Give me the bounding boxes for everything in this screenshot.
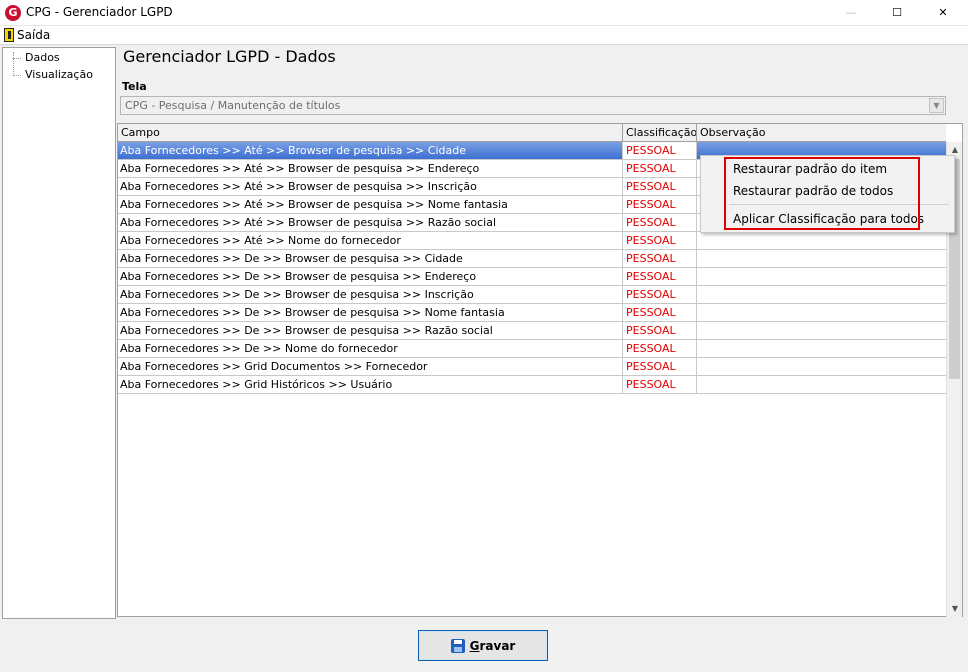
tree-connector: [13, 52, 14, 76]
cell-campo[interactable]: Aba Fornecedores >> De >> Nome do fornec…: [118, 340, 623, 357]
chevron-down-icon[interactable]: ▼: [929, 98, 944, 113]
cell-observacao[interactable]: [697, 268, 946, 285]
app-logo-icon: G: [5, 5, 21, 21]
cell-classificacao[interactable]: PESSOAL: [623, 286, 697, 303]
cell-campo[interactable]: Aba Fornecedores >> Até >> Nome do forne…: [118, 232, 623, 249]
tree-item-visualizacao[interactable]: Visualização: [25, 68, 93, 81]
table-row[interactable]: Aba Fornecedores >> Grid Históricos >> U…: [118, 376, 946, 394]
cell-classificacao[interactable]: PESSOAL: [623, 232, 697, 249]
cell-classificacao[interactable]: PESSOAL: [623, 322, 697, 339]
save-button-label-rest: ravar: [479, 638, 516, 653]
cell-observacao[interactable]: [697, 322, 946, 339]
grid-header: Campo Classificação Observação: [118, 124, 946, 142]
table-row[interactable]: Aba Fornecedores >> De >> Browser de pes…: [118, 286, 946, 304]
cell-classificacao[interactable]: PESSOAL: [623, 214, 697, 231]
cell-campo[interactable]: Aba Fornecedores >> Até >> Browser de pe…: [118, 142, 623, 159]
tela-select[interactable]: CPG - Pesquisa / Manutenção de títulos ▼: [120, 96, 946, 115]
cell-observacao[interactable]: [697, 358, 946, 375]
cell-classificacao[interactable]: PESSOAL: [623, 376, 697, 393]
column-header-observacao[interactable]: Observação: [697, 124, 946, 141]
table-row[interactable]: Aba Fornecedores >> De >> Browser de pes…: [118, 268, 946, 286]
cell-classificacao[interactable]: PESSOAL: [623, 304, 697, 321]
title-bar: G CPG - Gerenciador LGPD — ☐ ✕: [0, 0, 968, 26]
cell-campo[interactable]: Aba Fornecedores >> De >> Browser de pes…: [118, 304, 623, 321]
page-title: Gerenciador LGPD - Dados: [123, 47, 336, 66]
cell-classificacao[interactable]: PESSOAL: [623, 250, 697, 267]
cell-campo[interactable]: Aba Fornecedores >> Até >> Browser de pe…: [118, 196, 623, 213]
scroll-down-icon[interactable]: ▼: [947, 601, 963, 617]
tree-item-dados[interactable]: Dados: [25, 51, 60, 64]
cell-campo[interactable]: Aba Fornecedores >> De >> Browser de pes…: [118, 322, 623, 339]
client-area: Dados Visualização Gerenciador LGPD - Da…: [0, 44, 968, 672]
table-row[interactable]: Aba Fornecedores >> De >> Browser de pes…: [118, 304, 946, 322]
cell-observacao[interactable]: [697, 376, 946, 393]
floppy-disk-icon: [450, 638, 465, 653]
cell-campo[interactable]: Aba Fornecedores >> Até >> Browser de pe…: [118, 160, 623, 177]
cell-observacao[interactable]: [697, 286, 946, 303]
tela-select-value: CPG - Pesquisa / Manutenção de títulos: [125, 99, 341, 112]
table-row[interactable]: Aba Fornecedores >> De >> Browser de pes…: [118, 250, 946, 268]
cell-classificacao[interactable]: PESSOAL: [623, 142, 697, 159]
navigation-tree: Dados Visualização: [2, 47, 116, 619]
cell-observacao[interactable]: [697, 232, 946, 249]
cell-campo[interactable]: Aba Fornecedores >> Grid Históricos >> U…: [118, 376, 623, 393]
tela-label: Tela: [122, 80, 147, 93]
cell-classificacao[interactable]: PESSOAL: [623, 160, 697, 177]
cell-classificacao[interactable]: PESSOAL: [623, 358, 697, 375]
minimize-button[interactable]: —: [828, 0, 874, 26]
exit-menu-label: Saída: [17, 28, 51, 42]
table-row[interactable]: Aba Fornecedores >> Até >> Nome do forne…: [118, 232, 946, 250]
cell-classificacao[interactable]: PESSOAL: [623, 268, 697, 285]
tree-connector: [13, 75, 21, 76]
exit-menu-item[interactable]: Saída: [4, 27, 50, 43]
save-button-label: Gravar: [470, 639, 516, 653]
cell-observacao[interactable]: [697, 304, 946, 321]
menu-bar: Saída: [0, 26, 968, 44]
cell-observacao[interactable]: [697, 340, 946, 357]
cell-campo[interactable]: Aba Fornecedores >> De >> Browser de pes…: [118, 250, 623, 267]
cell-campo[interactable]: Aba Fornecedores >> Até >> Browser de pe…: [118, 178, 623, 195]
cell-classificacao[interactable]: PESSOAL: [623, 340, 697, 357]
cell-classificacao[interactable]: PESSOAL: [623, 178, 697, 195]
cell-campo[interactable]: Aba Fornecedores >> Grid Documentos >> F…: [118, 358, 623, 375]
highlight-box: [724, 157, 920, 230]
close-button[interactable]: ✕: [920, 0, 966, 26]
save-button[interactable]: Gravar: [418, 630, 548, 661]
cell-classificacao[interactable]: PESSOAL: [623, 196, 697, 213]
table-row[interactable]: Aba Fornecedores >> Grid Documentos >> F…: [118, 358, 946, 376]
tree-connector: [13, 58, 21, 59]
cell-observacao[interactable]: [697, 250, 946, 267]
table-row[interactable]: Aba Fornecedores >> De >> Nome do fornec…: [118, 340, 946, 358]
exit-door-icon: [4, 28, 14, 42]
window-title: CPG - Gerenciador LGPD: [26, 5, 173, 19]
cell-campo[interactable]: Aba Fornecedores >> De >> Browser de pes…: [118, 268, 623, 285]
save-button-mnemonic: G: [469, 638, 480, 653]
column-header-classificacao[interactable]: Classificação: [623, 124, 697, 141]
column-header-campo[interactable]: Campo: [118, 124, 623, 141]
cell-campo[interactable]: Aba Fornecedores >> Até >> Browser de pe…: [118, 214, 623, 231]
maximize-button[interactable]: ☐: [874, 0, 920, 26]
table-row[interactable]: Aba Fornecedores >> De >> Browser de pes…: [118, 322, 946, 340]
cell-campo[interactable]: Aba Fornecedores >> De >> Browser de pes…: [118, 286, 623, 303]
